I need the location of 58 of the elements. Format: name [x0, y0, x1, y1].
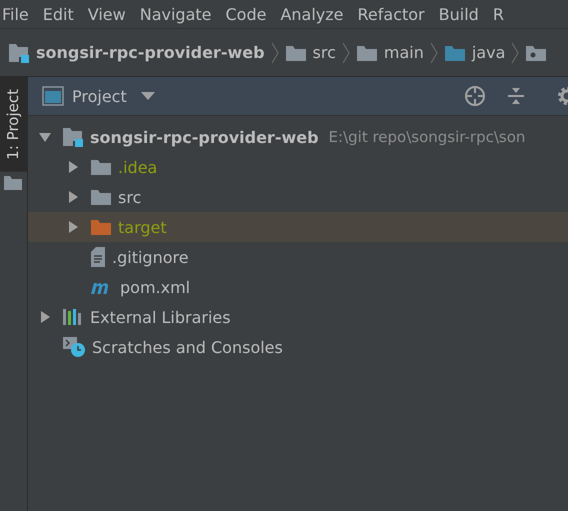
folder-icon — [444, 44, 466, 62]
folder-icon — [356, 44, 378, 62]
breadcrumb[interactable]: java — [444, 43, 506, 62]
chevron-icon — [342, 42, 350, 64]
tool-window-tab[interactable]: 1: Project — [0, 77, 27, 172]
breadcrumb[interactable]: songsir-rpc-provider-web — [8, 42, 265, 62]
menu-item[interactable]: Refactor — [358, 4, 425, 24]
menu-item[interactable]: Edit — [42, 4, 74, 24]
scratches-icon — [62, 336, 86, 358]
collapse-arrow-icon[interactable] — [38, 130, 52, 144]
menu-item[interactable]: Analyze — [280, 4, 344, 24]
tree-row[interactable]: .gitignore — [28, 242, 568, 272]
folder-icon — [90, 218, 112, 236]
tree-row[interactable]: src — [28, 182, 568, 212]
package-icon — [525, 44, 548, 62]
node-label: pom.xml — [120, 278, 190, 296]
tree-row[interactable]: pom.xml — [28, 272, 568, 302]
node-label: .idea — [118, 158, 158, 176]
menu-item[interactable]: Code — [226, 4, 266, 24]
expand-arrow-icon[interactable] — [66, 160, 80, 174]
tree-row[interactable]: External Libraries — [28, 302, 568, 332]
node-label: External Libraries — [90, 308, 231, 326]
chevron-icon — [430, 42, 438, 64]
tree-row[interactable]: Scratches and Consoles — [28, 332, 568, 362]
node-label: Scratches and Consoles — [92, 338, 283, 356]
menu-item[interactable]: Build — [438, 4, 479, 24]
panel-title[interactable]: Project — [72, 86, 127, 106]
breadcrumb[interactable]: main — [356, 43, 424, 62]
dropdown-caret-icon[interactable] — [140, 92, 155, 100]
collapse-all-icon[interactable] — [506, 86, 526, 106]
folder-icon — [90, 158, 112, 176]
breadcrumb[interactable]: src — [284, 43, 336, 62]
expand-arrow-icon[interactable] — [66, 220, 80, 234]
node-label: songsir-rpc-provider-web — [90, 128, 319, 146]
node-label: target — [118, 218, 167, 236]
expand-arrow-icon[interactable] — [66, 190, 80, 204]
menu-item[interactable]: File — [2, 4, 29, 24]
chevron-icon — [270, 42, 279, 64]
libraries-icon — [62, 308, 84, 326]
node-label: .gitignore — [112, 248, 189, 266]
node-label: src — [118, 188, 142, 206]
node-path: E:\git repo\songsir-rpc\son — [328, 128, 526, 146]
module-folder-icon — [62, 127, 84, 147]
locate-icon[interactable] — [464, 85, 486, 107]
folder-icon — [90, 188, 112, 206]
tree-row[interactable]: songsir-rpc-provider-web E:\git repo\songsir-rpc\son — [28, 122, 568, 152]
folder-icon — [4, 176, 22, 190]
menu-item[interactable]: View — [88, 4, 126, 24]
menu-item[interactable]: Navigate — [140, 4, 212, 24]
module-folder-icon — [8, 42, 30, 62]
chevron-icon — [511, 42, 520, 64]
expand-arrow-icon[interactable] — [38, 310, 52, 324]
tree-row[interactable]: target — [28, 212, 568, 242]
tree-row[interactable]: .idea — [28, 152, 568, 182]
menu-item[interactable]: R — [492, 4, 504, 24]
text-file-icon — [90, 247, 106, 267]
window-icon — [42, 86, 64, 106]
folder-icon — [284, 44, 307, 62]
